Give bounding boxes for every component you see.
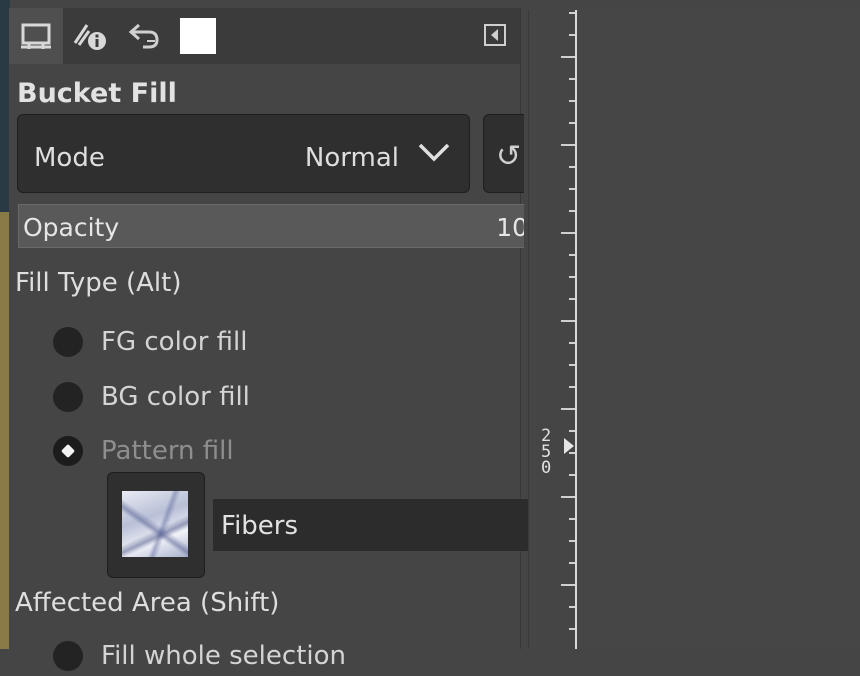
ruler-tick <box>561 408 575 410</box>
ruler-tick <box>569 628 575 630</box>
ruler-label: 250 <box>541 426 552 478</box>
ruler-tick <box>569 122 575 124</box>
canvas-area[interactable] <box>577 10 860 649</box>
ruler-tick <box>561 232 575 234</box>
ruler-tick <box>569 540 575 542</box>
device-status-icon <box>73 24 106 50</box>
ruler-tick <box>561 584 575 586</box>
radio-label: Pattern fill <box>101 436 234 466</box>
radio-fg-color-fill[interactable]: FG color fill <box>53 322 247 362</box>
radio-button-icon <box>53 641 83 671</box>
ruler-tick <box>569 254 575 256</box>
ruler-tick <box>569 606 575 608</box>
ruler-tick <box>561 56 575 58</box>
pattern-picker-button[interactable] <box>107 472 205 578</box>
mode-reset-button[interactable]: ↺ <box>483 114 524 193</box>
ruler-tick <box>569 12 575 14</box>
radio-bg-color-fill[interactable]: BG color fill <box>53 377 250 417</box>
reset-icon: ↺ <box>496 139 522 174</box>
radio-button-icon <box>53 382 83 412</box>
opacity-value: 10 <box>496 213 524 242</box>
ruler-tick <box>569 100 575 102</box>
mode-dropdown[interactable]: Mode Normal <box>17 114 470 193</box>
radio-pattern-fill[interactable]: Pattern fill <box>53 431 234 471</box>
ruler-tick <box>569 386 575 388</box>
ruler-tick <box>569 298 575 300</box>
radio-label: FG color fill <box>101 327 248 357</box>
opacity-slider[interactable]: Opacity 10 <box>18 204 524 248</box>
vertical-ruler[interactable]: 250 <box>528 10 577 649</box>
top-gap <box>520 0 860 10</box>
dock-menu-button[interactable] <box>482 22 508 48</box>
ruler-tick <box>569 166 575 168</box>
tab-undo-history[interactable] <box>117 8 171 64</box>
opacity-label: Opacity <box>23 213 120 242</box>
ruler-tick <box>569 430 575 432</box>
panel-title: Bucket Fill <box>17 78 177 109</box>
radio-button-icon <box>53 327 83 357</box>
radio-checked-icon <box>53 436 83 466</box>
affected-area-label: Affected Area (Shift) <box>15 588 280 618</box>
ruler-tick <box>561 320 575 322</box>
ruler-tick <box>569 474 575 476</box>
radio-fill-whole-selection[interactable]: Fill whole selection <box>53 636 346 676</box>
ruler-tick <box>561 496 575 498</box>
ruler-tick <box>561 144 575 146</box>
fill-type-label: Fill Type (Alt) <box>15 268 182 298</box>
pattern-name-field[interactable]: Fibers <box>213 499 529 551</box>
tab-images[interactable] <box>171 8 225 64</box>
mode-label: Mode <box>34 143 105 173</box>
ruler-tick <box>569 78 575 80</box>
tool-options-dock: Bucket Fill Mode Normal ↺ Opacity 10 Fil… <box>9 8 529 671</box>
dock-menu-icon <box>484 24 506 46</box>
ruler-tick <box>569 562 575 564</box>
tool-options-icon <box>21 23 51 49</box>
image-thumbnail-icon <box>180 18 216 54</box>
ruler-position-marker <box>564 438 574 454</box>
ruler-tick <box>569 364 575 366</box>
radio-label: Fill whole selection <box>101 641 346 671</box>
ruler-tick <box>569 518 575 520</box>
tab-tool-options[interactable] <box>9 8 63 64</box>
tab-device-status[interactable] <box>63 8 117 64</box>
pattern-thumbnail <box>122 491 188 557</box>
ruler-tick <box>569 342 575 344</box>
chevron-down-icon <box>418 143 450 162</box>
dock-tab-bar <box>9 8 520 64</box>
ruler-tick <box>569 276 575 278</box>
mode-value: Normal <box>304 143 399 173</box>
ruler-tick <box>569 34 575 36</box>
ruler-tick <box>569 188 575 190</box>
ruler-tick <box>569 210 575 212</box>
pattern-name: Fibers <box>221 511 299 541</box>
undo-history-icon <box>128 23 159 49</box>
radio-label: BG color fill <box>101 382 250 412</box>
